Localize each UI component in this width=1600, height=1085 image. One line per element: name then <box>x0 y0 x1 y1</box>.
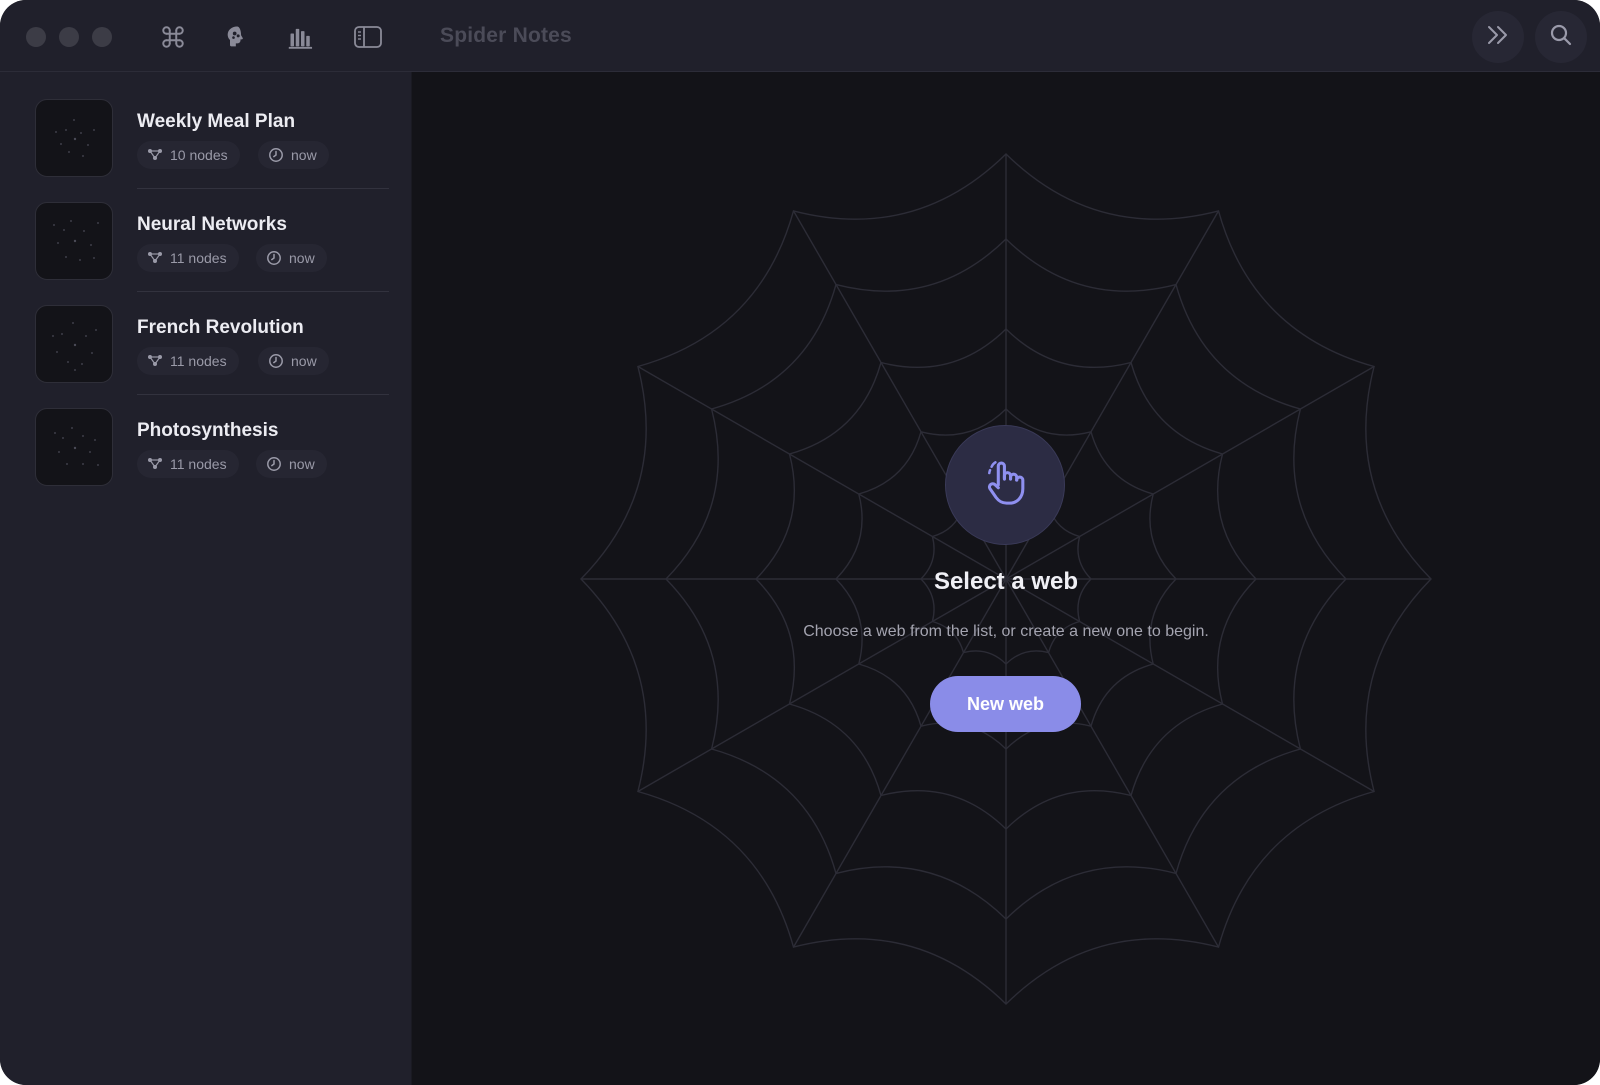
web-thumbnail <box>35 408 113 486</box>
clock-icon <box>267 457 281 471</box>
expand-button[interactable] <box>1472 11 1524 63</box>
web-thumbnail <box>35 99 113 177</box>
minimize-window-button[interactable] <box>59 27 79 47</box>
node-count-badge: 10 nodes <box>137 141 240 169</box>
web-title: Weekly Meal Plan <box>137 111 296 132</box>
new-web-button[interactable]: New web <box>930 676 1081 732</box>
timestamp-badge: now <box>256 450 327 478</box>
pointer-badge <box>945 425 1065 545</box>
app-title: Spider Notes <box>440 24 572 47</box>
node-count-badge: 11 nodes <box>137 450 239 478</box>
empty-state-title: Select a web <box>933 568 1079 595</box>
web-list-item[interactable]: Neural Networks 11 nodes now <box>0 175 412 292</box>
brain-icon[interactable] <box>220 20 254 54</box>
empty-state-subtitle: Choose a web from the list, or create a … <box>803 623 1209 640</box>
main-panel: Select a web Choose a web from the list,… <box>412 72 1600 1085</box>
close-window-button[interactable] <box>26 27 46 47</box>
search-icon <box>1549 23 1573 52</box>
sidebar: Weekly Meal Plan 10 nodes now Neural Net… <box>0 72 412 1085</box>
timestamp: now <box>289 250 315 266</box>
nodes-icon <box>148 252 162 263</box>
web-list-item[interactable]: French Revolution 11 nodes now <box>0 278 412 395</box>
timestamp-badge: now <box>258 347 329 375</box>
title-bar: Spider Notes <box>0 0 1600 72</box>
web-title: Neural Networks <box>137 214 287 235</box>
command-icon[interactable] <box>156 20 190 54</box>
sidebar-toggle-icon[interactable] <box>351 20 385 54</box>
timestamp: now <box>291 353 317 369</box>
pointing-hand-icon <box>982 458 1028 513</box>
web-list-item[interactable]: Weekly Meal Plan 10 nodes now <box>0 72 412 189</box>
nodes-icon <box>148 355 162 366</box>
nodes-icon <box>148 149 162 160</box>
node-count: 11 nodes <box>170 250 227 266</box>
node-count-badge: 11 nodes <box>137 347 239 375</box>
timestamp-badge: now <box>256 244 327 272</box>
web-thumbnail <box>35 305 113 383</box>
node-count: 11 nodes <box>170 353 227 369</box>
timestamp-badge: now <box>258 141 329 169</box>
clock-icon <box>269 148 283 162</box>
timestamp: now <box>291 147 317 163</box>
bar-chart-icon[interactable] <box>284 20 318 54</box>
node-count: 10 nodes <box>170 147 228 163</box>
web-title: Photosynthesis <box>137 420 279 441</box>
clock-icon <box>269 354 283 368</box>
node-count: 11 nodes <box>170 456 227 472</box>
web-title: French Revolution <box>137 317 304 338</box>
app-window: Spider Notes Weekly Meal Plan 10 nodes n… <box>0 0 1600 1085</box>
timestamp: now <box>289 456 315 472</box>
nodes-icon <box>148 458 162 469</box>
search-button[interactable] <box>1535 11 1587 63</box>
clock-icon <box>267 251 281 265</box>
expand-chevrons-icon <box>1485 24 1511 51</box>
web-thumbnail <box>35 202 113 280</box>
node-count-badge: 11 nodes <box>137 244 239 272</box>
web-list-item[interactable]: Photosynthesis 11 nodes now <box>0 381 412 486</box>
zoom-window-button[interactable] <box>92 27 112 47</box>
